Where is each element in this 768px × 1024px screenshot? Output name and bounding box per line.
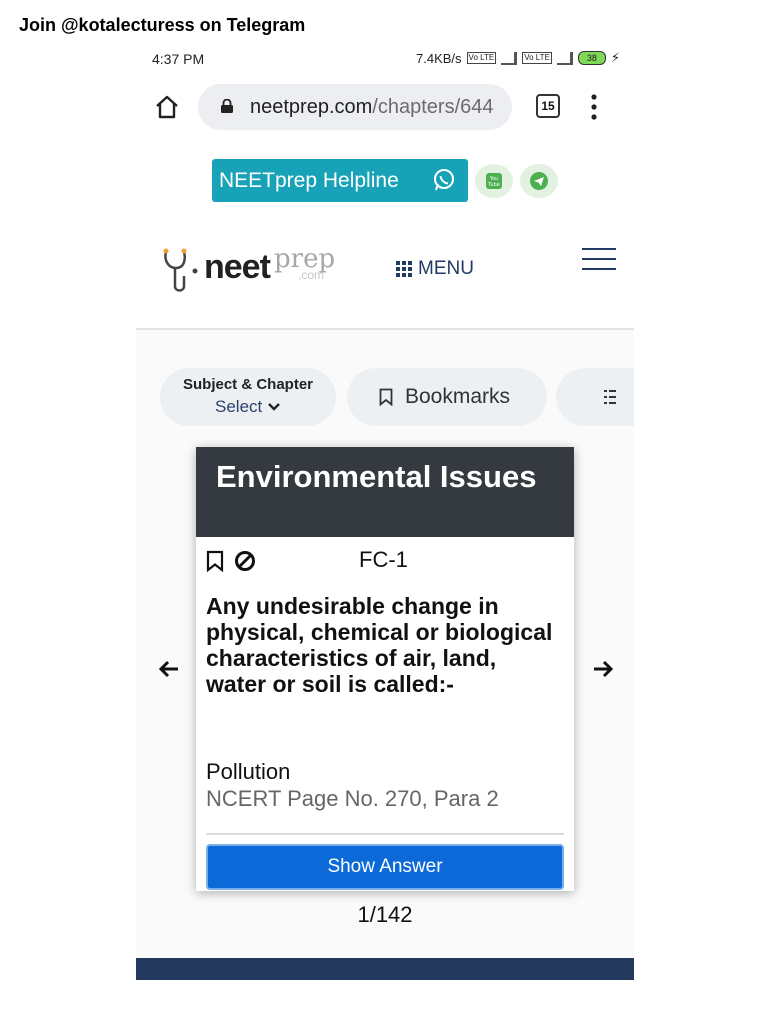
bookmarks-button[interactable]: Bookmarks xyxy=(347,368,547,426)
logo-com-text: .com xyxy=(298,268,325,282)
bookmarks-label: Bookmarks xyxy=(405,385,511,408)
card-counter: 1/142 xyxy=(357,902,413,927)
phone-screen: 4:37 PM 7.4KB/s Vo LTE Vo LTE 38 ⚡ neetp… xyxy=(136,40,634,980)
url-path: /chapters/644 xyxy=(372,96,494,118)
url-host: neetprep.com xyxy=(250,96,373,118)
status-time: 4:37 PM xyxy=(152,51,205,67)
status-bar: 4:37 PM 7.4KB/s Vo LTE Vo LTE 38 ⚡ xyxy=(136,40,634,78)
menu-label: MENU xyxy=(418,258,474,279)
flashcard-question: Any undesirable change in physical, chem… xyxy=(206,593,553,697)
signal-icon-2 xyxy=(556,51,573,65)
telegram-button[interactable] xyxy=(520,164,558,198)
hamburger-icon[interactable] xyxy=(582,248,616,270)
subject-chapter-title: Subject & Chapter xyxy=(182,376,314,393)
logo-neet-text: neet xyxy=(204,248,271,286)
previous-arrow-icon[interactable] xyxy=(158,658,180,680)
numbered-list-icon xyxy=(604,390,616,404)
network-speed: 7.4KB/s xyxy=(416,50,462,66)
watermark-text: Join @kotalecturess on Telegram xyxy=(19,15,306,35)
show-answer-button[interactable]: Show Answer xyxy=(206,844,564,890)
ban-icon[interactable] xyxy=(234,550,256,572)
subject-select-value: Select xyxy=(160,397,336,417)
filter-bar: Subject & Chapter Select Bookmarks xyxy=(136,330,634,440)
subject-select-label: Select xyxy=(215,397,263,416)
charging-icon: ⚡ xyxy=(610,50,620,65)
flashcard-code: FC-1 xyxy=(359,547,408,572)
neetprep-logo[interactable]: neet prep .com xyxy=(162,244,342,296)
telegram-icon xyxy=(530,172,548,190)
flashcard-reference: NCERT Page No. 270, Para 2 xyxy=(206,786,499,811)
lock-icon xyxy=(221,99,233,113)
helpline-bar: NEETprep Helpline You Tube xyxy=(136,140,634,209)
flashcard-actions xyxy=(206,550,256,572)
youtube-button[interactable]: You Tube xyxy=(475,164,513,198)
chapter-title: Environmental Issues xyxy=(216,459,537,494)
volte-icon: Vo LTE xyxy=(466,52,497,64)
more-options-icon[interactable] xyxy=(591,94,597,120)
flashcard: Environmental Issues FC-1 Any undesirabl… xyxy=(196,447,574,891)
chevron-down-icon xyxy=(268,403,280,411)
tab-switcher-button[interactable]: 15 xyxy=(536,94,560,118)
stethoscope-icon xyxy=(163,248,198,292)
site-footer xyxy=(136,958,634,980)
volte-icon-2: Vo LTE xyxy=(522,52,552,64)
status-icons: 7.4KB/s Vo LTE Vo LTE 38 ⚡ xyxy=(416,50,620,66)
site-header: neet prep .com MENU xyxy=(136,208,634,330)
bookmark-icon[interactable] xyxy=(206,550,224,572)
whatsapp-icon xyxy=(434,169,454,191)
youtube-icon-text-tube: Tube xyxy=(487,182,500,188)
bookmark-icon xyxy=(379,388,393,406)
helpline-button[interactable]: NEETprep Helpline xyxy=(212,159,468,202)
helpline-label: NEETprep Helpline xyxy=(219,169,399,192)
home-icon[interactable] xyxy=(154,94,180,120)
signal-icon xyxy=(501,51,518,65)
browser-toolbar: neetprep.com/chapters/644 15 xyxy=(136,78,634,141)
flashcard-header: Environmental Issues xyxy=(196,447,574,537)
url-text: neetprep.com/chapters/644 xyxy=(250,96,494,119)
divider xyxy=(206,833,564,835)
subject-chapter-select[interactable]: Subject & Chapter Select xyxy=(160,368,336,426)
youtube-icon: You Tube xyxy=(486,173,502,189)
battery-icon: 38 xyxy=(577,51,606,65)
next-arrow-icon[interactable] xyxy=(592,658,614,680)
menu-button[interactable]: MENU xyxy=(396,258,474,280)
grid-icon xyxy=(396,261,412,277)
list-button[interactable] xyxy=(556,368,634,426)
flashcard-answer: Pollution xyxy=(206,759,291,784)
address-bar[interactable]: neetprep.com/chapters/644 xyxy=(198,84,512,130)
